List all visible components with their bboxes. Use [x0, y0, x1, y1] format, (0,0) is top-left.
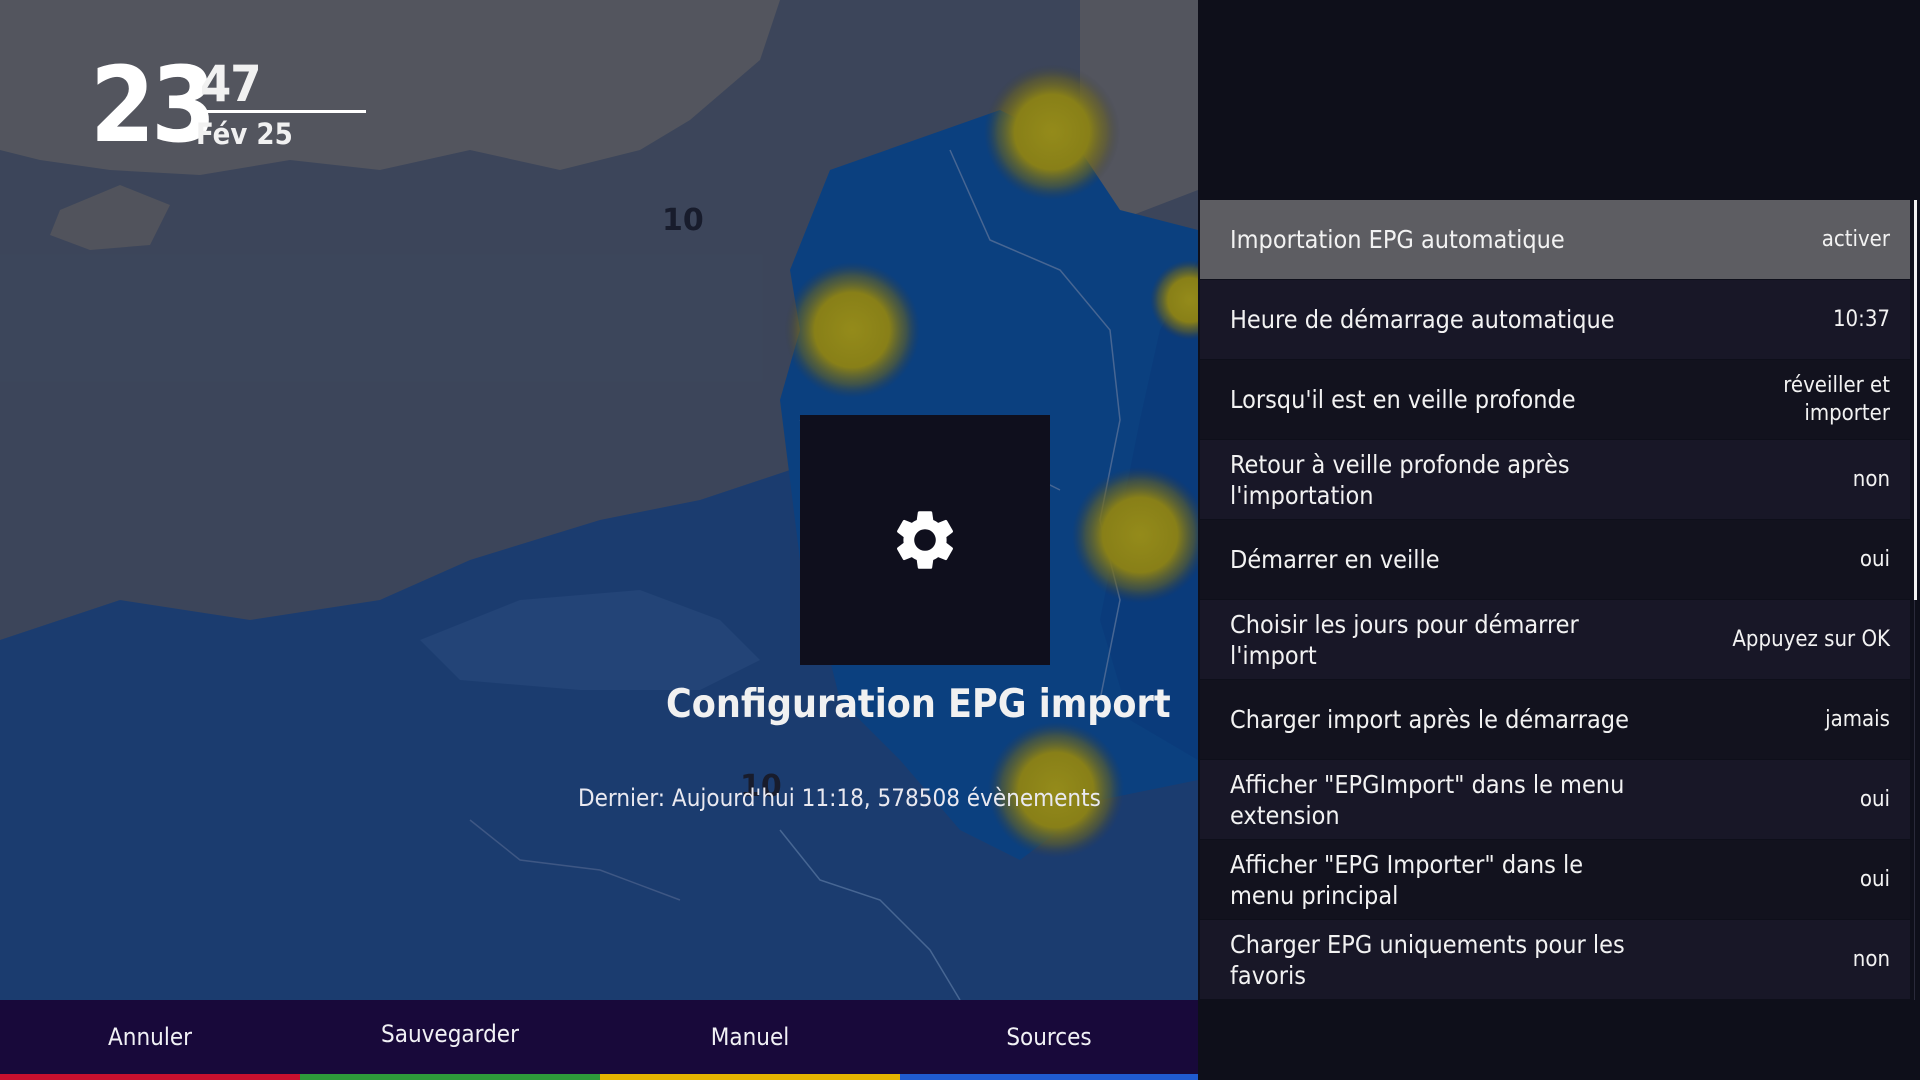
red-key-indicator [0, 1074, 300, 1080]
setting-show-in-main-menu[interactable]: Afficher "EPG Importer" dans le menu pri… [1200, 840, 1910, 919]
setting-label: Charger import après le démarrage [1230, 705, 1629, 734]
yellow-key-indicator [600, 1074, 900, 1080]
settings-scrollbar[interactable] [1914, 200, 1917, 600]
setting-label: Lorsqu'il est en veille profonde [1230, 385, 1576, 414]
setting-value: Appuyez sur OK [1732, 626, 1890, 652]
setting-auto-start-time[interactable]: Heure de démarrage automatique 10:37 [1200, 280, 1910, 359]
cancel-button[interactable]: Annuler [0, 1000, 300, 1080]
setting-show-in-extension-menu[interactable]: Afficher "EPGImport" dans le menu extens… [1200, 760, 1910, 839]
cancel-button-label: Annuler [108, 1023, 192, 1051]
setting-auto-import[interactable]: Importation EPG automatique activer [1200, 200, 1910, 279]
setting-label: Charger EPG uniquements pour les favoris [1230, 929, 1625, 990]
sources-button-label: Sources [1006, 1023, 1092, 1051]
setting-value: activer [1821, 226, 1890, 252]
clock-divider [190, 110, 366, 113]
setting-load-after-boot[interactable]: Charger import après le démarrage jamais [1200, 680, 1910, 759]
manual-button-label: Manuel [710, 1023, 790, 1051]
setting-value: jamais [1825, 706, 1890, 732]
screen-title-text: Configuration EPG import [666, 682, 1171, 727]
setting-label: Afficher "EPG Importer" dans le menu pri… [1230, 849, 1584, 910]
setting-label: Heure de démarrage automatique [1230, 305, 1615, 334]
setting-label: Afficher "EPGImport" dans le menu extens… [1230, 769, 1625, 830]
manual-button[interactable]: Manuel [600, 1000, 900, 1080]
blue-key-indicator [900, 1074, 1198, 1080]
setting-value: oui [1859, 866, 1890, 892]
green-key-indicator [300, 1074, 600, 1080]
settings-icon-box [800, 415, 1050, 665]
clock-date: Fév 25 [196, 117, 293, 151]
setting-start-in-standby[interactable]: Démarrer en veille oui [1200, 520, 1910, 599]
sources-button[interactable]: Sources [900, 1000, 1198, 1080]
setting-label: Retour à veille profonde après l'importa… [1230, 449, 1570, 510]
setting-return-deep-standby[interactable]: Retour à veille profonde après l'importa… [1200, 440, 1910, 519]
setting-label: Importation EPG automatique [1230, 225, 1565, 254]
clock-hour: 23 [90, 44, 216, 166]
last-import-info: Dernier: Aujourd'hui 11:18, 578508 évène… [578, 784, 1101, 812]
save-button[interactable]: Sauvegarder [300, 1000, 600, 1080]
setting-value: non [1852, 946, 1890, 972]
setting-value: oui [1859, 546, 1890, 572]
setting-label: Choisir les jours pour démarrer l'import [1230, 609, 1579, 670]
color-button-bar: Annuler Sauvegarder Manuel Sources [0, 1000, 1198, 1080]
setting-deep-standby-action[interactable]: Lorsqu'il est en veille profonde réveill… [1200, 360, 1910, 439]
setting-label: Démarrer en veille [1230, 545, 1440, 574]
setting-value: 10:37 [1832, 306, 1890, 332]
screen: 10 10 23 47 Fév 25 Configuration EPG imp… [0, 0, 1920, 1080]
settings-scrollbar-track [1914, 600, 1915, 1000]
gear-icon [896, 511, 954, 569]
setting-value: oui [1859, 786, 1890, 812]
setting-value: non [1852, 466, 1890, 492]
settings-list: Importation EPG automatique activer Heur… [1200, 200, 1910, 1000]
setting-import-days[interactable]: Choisir les jours pour démarrer l'import… [1200, 600, 1910, 679]
save-button-label: Sauvegarder [381, 1020, 519, 1048]
setting-value: réveiller et importer [1783, 372, 1890, 426]
setting-favorites-only[interactable]: Charger EPG uniquements pour les favoris… [1200, 920, 1910, 999]
clock-minute: 47 [200, 55, 262, 113]
